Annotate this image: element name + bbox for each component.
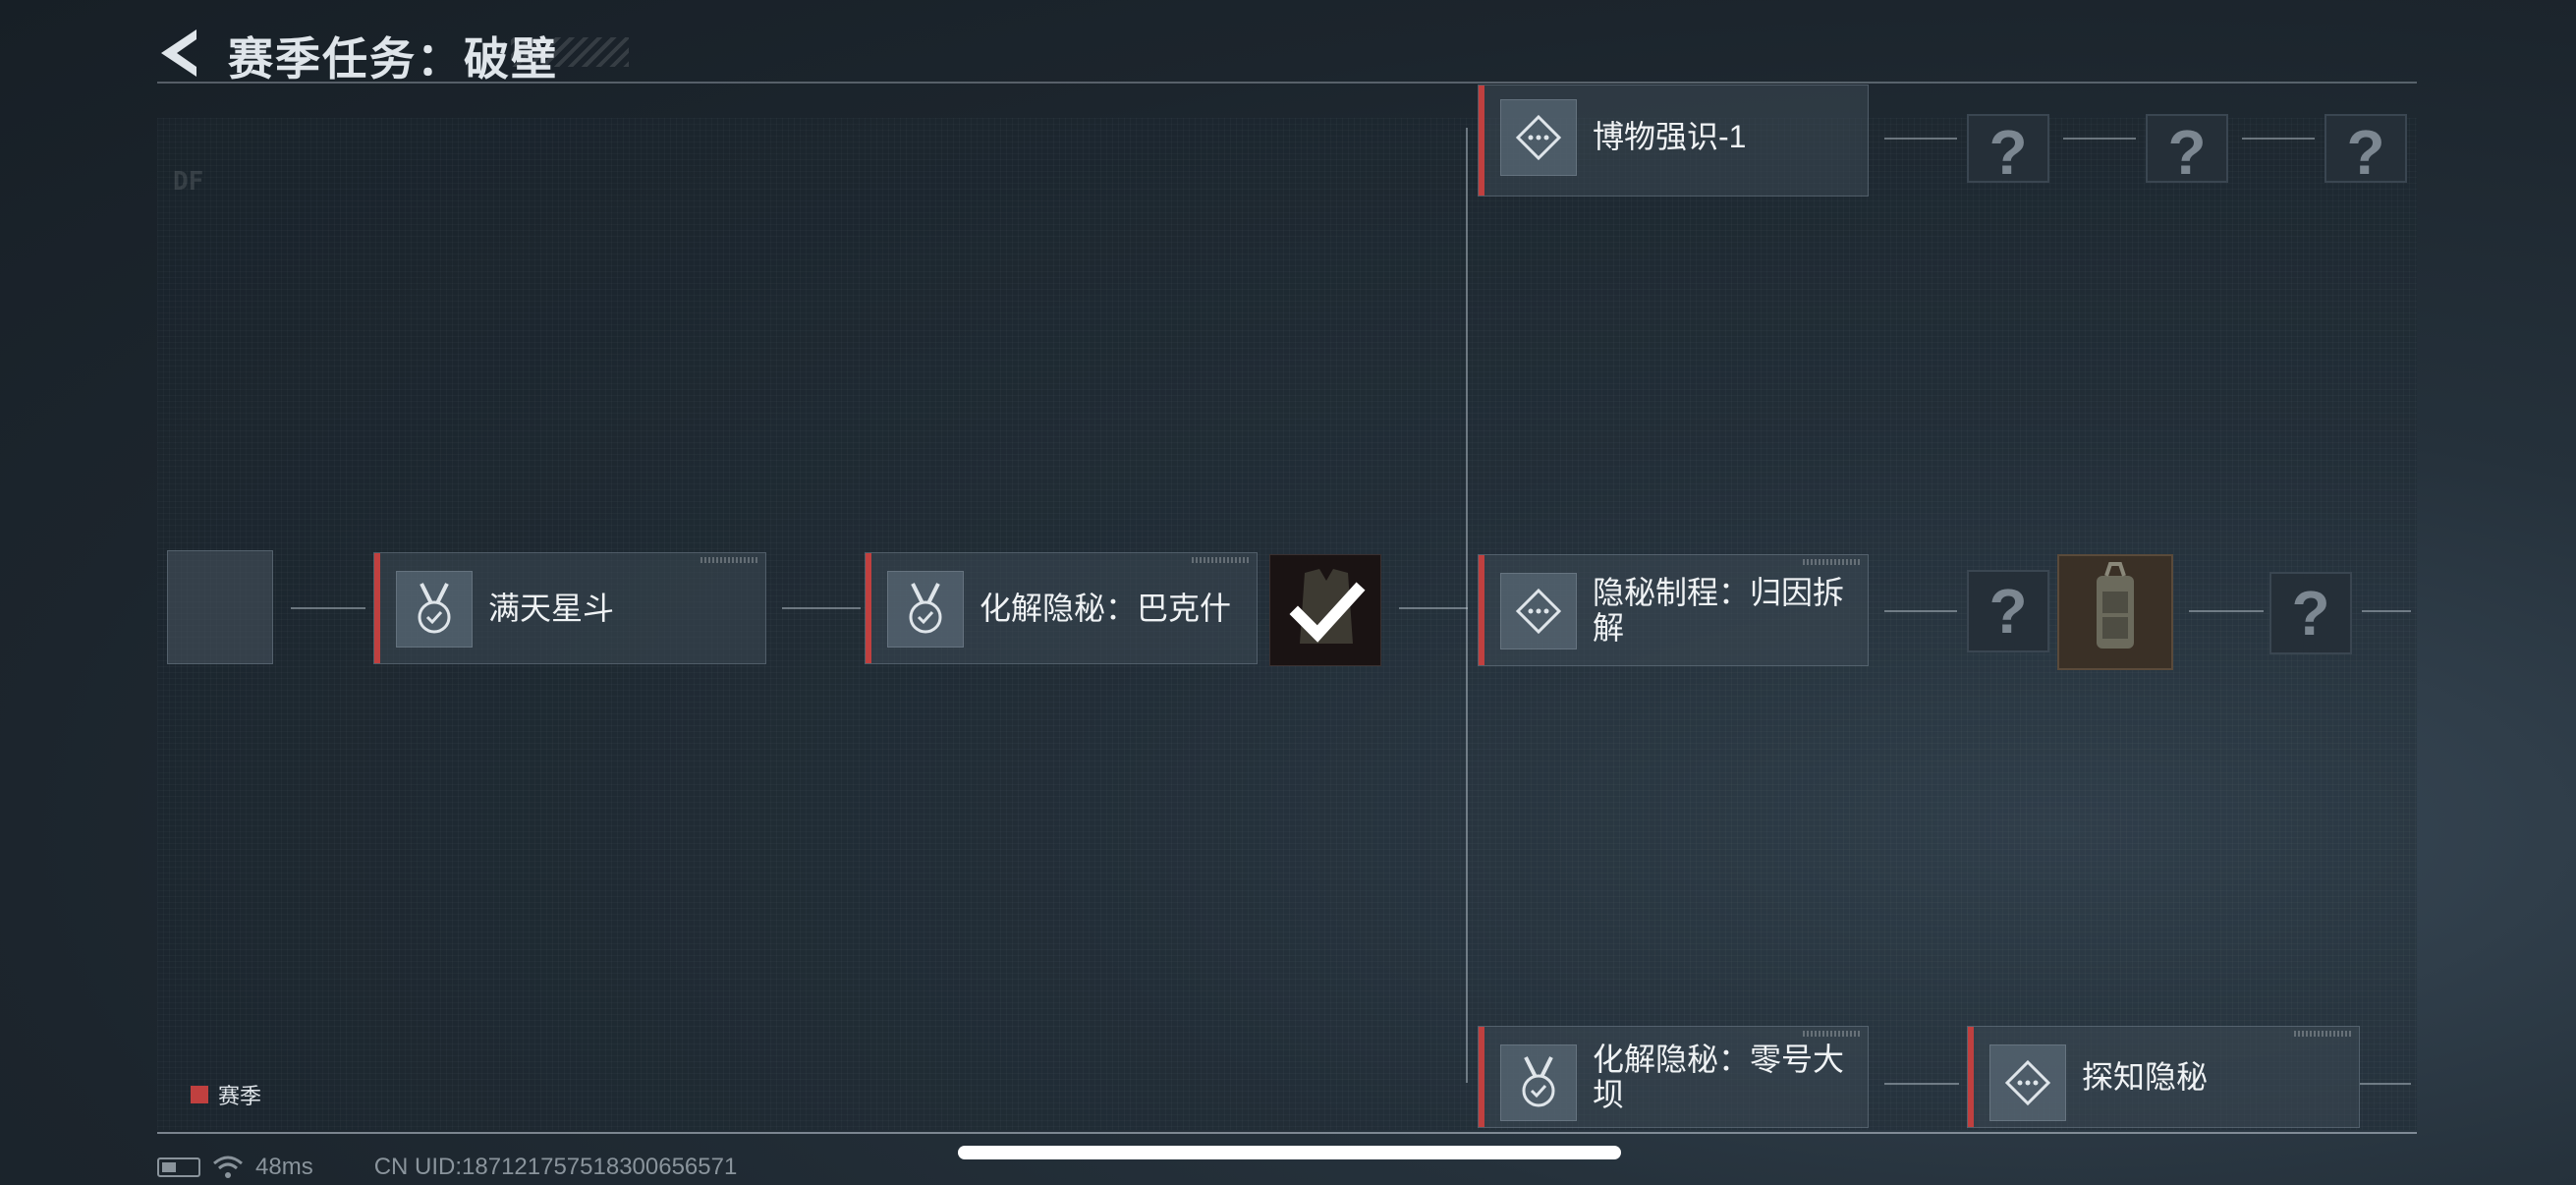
diamond-dots-icon [1989,1044,2066,1121]
connector [2360,1083,2411,1085]
title-decoration [511,37,629,67]
unknown-reward[interactable]: ? [2269,572,2352,654]
connector [2362,610,2411,612]
task-label: 满天星斗 [488,591,615,626]
task-node-1[interactable]: 满天星斗 [373,552,766,664]
home-indicator[interactable] [958,1146,1621,1159]
unknown-reward[interactable]: ? [2146,114,2228,188]
legend-label: 赛季 [218,1084,262,1108]
medal-check-icon [887,571,964,648]
task-node-3[interactable]: 博物强识-1 [1478,85,1869,197]
backpack-icon [2097,562,2134,649]
connector [1884,1083,1959,1085]
unknown-reward[interactable]: ? [1967,570,2049,652]
task-node-4[interactable]: 隐秘制程：归因拆解 [1478,554,1869,666]
connector [2063,138,2136,140]
medal-check-icon [1500,1044,1577,1121]
deco-code: DF [173,167,204,197]
connector [291,607,365,609]
task-label: 隐秘制程：归因拆解 [1593,575,1845,646]
battery-icon [157,1157,200,1177]
diamond-dots-icon [1500,99,1577,176]
task-label: 探知隐秘 [2082,1059,2209,1095]
start-node[interactable] [167,550,273,664]
ping-value: 48ms [255,1154,313,1180]
connector [1884,610,1957,612]
task-node-5[interactable]: 化解隐秘：零号大坝 [1478,1026,1869,1128]
connector [1399,607,1468,609]
branch-line [1466,128,1468,1083]
wifi-icon [213,1156,243,1178]
checkmark-icon [1289,582,1366,643]
backpack-reward[interactable] [2057,554,2173,670]
task-label: 博物强识-1 [1593,119,1747,154]
unknown-reward[interactable]: ? [2324,114,2407,188]
task-node-6[interactable]: 探知隐秘 [1967,1026,2360,1128]
status-bar: 48ms CN UID:187121757518300656571 [157,1154,737,1181]
connector [782,607,861,609]
task-label: 化解隐秘：巴克什 [980,591,1232,626]
connector [1884,138,1957,140]
task-node-2[interactable]: 化解隐秘：巴克什 [865,552,1258,664]
task-label: 化解隐秘：零号大坝 [1593,1042,1845,1112]
diamond-dots-icon [1500,573,1577,649]
back-arrow-icon[interactable] [157,28,202,79]
legend-swatch [191,1086,208,1103]
connector [2189,610,2264,612]
unknown-reward[interactable]: ? [1967,114,2049,188]
medal-check-icon [396,571,473,648]
connector [2242,138,2315,140]
reward-claimed-item[interactable] [1269,554,1381,666]
footer-divider [157,1132,2417,1134]
page-title: 赛季任务：破壁 [228,33,558,85]
user-id: CN UID:187121757518300656571 [373,1154,738,1180]
legend: 赛季 [191,1079,261,1110]
